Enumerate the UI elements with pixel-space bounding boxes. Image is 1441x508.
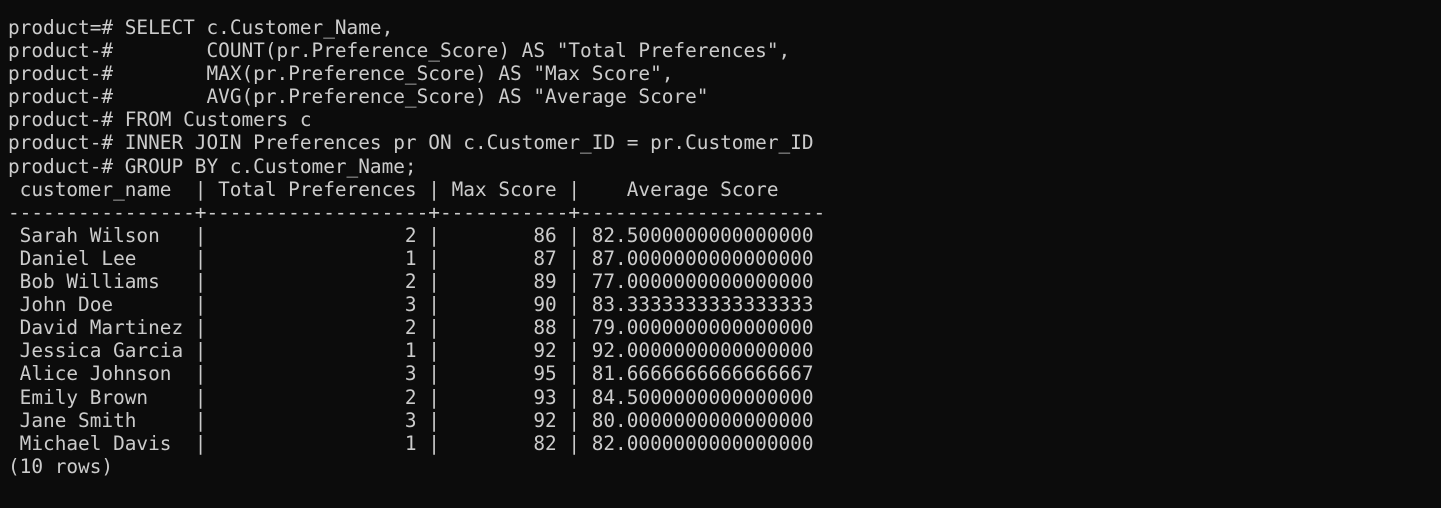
query-line: product-# GROUP BY c.Customer_Name; [8, 155, 1441, 178]
query-text: AVG(pr.Preference_Score) AS "Average Sco… [124, 85, 709, 109]
result-header: customer_name | Total Preferences | Max … [8, 177, 779, 201]
table-row: Daniel Lee | 1 | 87 | 87.000000000000000… [8, 246, 814, 270]
query-line: product-# INNER JOIN Preferences pr ON c… [8, 131, 1441, 154]
row-count: (10 rows) [8, 454, 114, 478]
query-text: COUNT(pr.Preference_Score) AS "Total Pre… [124, 39, 791, 63]
query-text: INNER JOIN Preferences pr ON c.Customer_… [124, 131, 814, 155]
prompt: product=# [8, 16, 125, 39]
query-line: product=# SELECT c.Customer_Name, [8, 16, 1441, 39]
prompt: product-# [8, 108, 125, 132]
table-row: Jane Smith | 3 | 92 | 80.000000000000000… [8, 408, 814, 432]
prompt: product-# [8, 62, 125, 86]
table-row: Alice Johnson | 3 | 95 | 81.666666666666… [8, 362, 814, 386]
terminal-window[interactable]: product=# SELECT c.Customer_Name, produc… [0, 0, 1441, 508]
query-line: product-# AVG(pr.Preference_Score) AS "A… [8, 85, 1441, 108]
query-line: product-# COUNT(pr.Preference_Score) AS … [8, 39, 1441, 62]
table-row: Michael Davis | 1 | 82 | 82.000000000000… [8, 431, 814, 455]
query-text: GROUP BY c.Customer_Name; [124, 154, 417, 178]
result-separator: ----------------+-------------------+---… [8, 200, 826, 224]
prompt: product-# [8, 131, 125, 155]
table-row: David Martinez | 2 | 88 | 79.00000000000… [8, 316, 814, 340]
table-row: Sarah Wilson | 2 | 86 | 82.5000000000000… [8, 223, 814, 247]
query-line: product-# FROM Customers c [8, 108, 1441, 131]
query-line: product-# MAX(pr.Preference_Score) AS "M… [8, 62, 1441, 85]
prompt: product-# [8, 154, 125, 178]
prompt: product-# [8, 85, 125, 109]
query-text: SELECT c.Customer_Name, [124, 16, 394, 39]
query-text: FROM Customers c [124, 108, 312, 132]
query-text: MAX(pr.Preference_Score) AS "Max Score", [124, 62, 674, 86]
prompt: product-# [8, 39, 125, 63]
table-row: Jessica Garcia | 1 | 92 | 92.00000000000… [8, 339, 814, 363]
table-row: Emily Brown | 2 | 93 | 84.50000000000000… [8, 385, 814, 409]
table-row: John Doe | 3 | 90 | 83.3333333333333333 [8, 293, 814, 317]
table-row: Bob Williams | 2 | 89 | 77.0000000000000… [8, 270, 814, 294]
